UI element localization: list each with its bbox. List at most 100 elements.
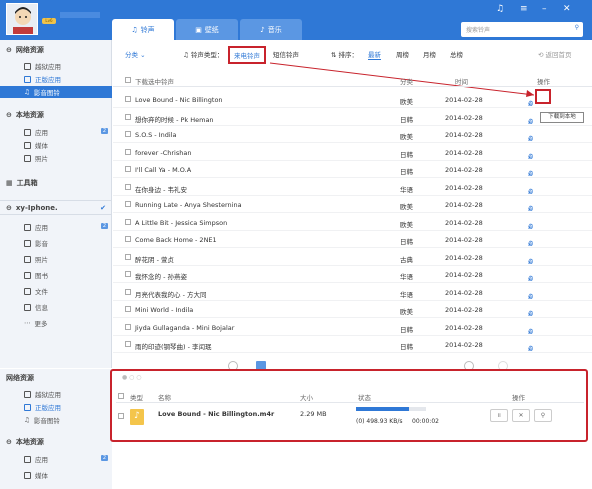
set-ringtone-icon[interactable]: ◎: [528, 258, 533, 265]
set-ringtone-icon[interactable]: ◎: [528, 275, 533, 282]
set-ringtone-icon[interactable]: ◎: [528, 345, 533, 352]
sidebar-item-device-messages[interactable]: 信息: [0, 301, 112, 313]
table-row[interactable]: A Little Bit - Jessica Simpson 欧美 2014-02-…: [113, 214, 592, 231]
sidebar-item-device-more[interactable]: ⋯ 更多: [0, 317, 112, 329]
set-ringtone-icon[interactable]: ◎: [528, 293, 533, 300]
category-dropdown[interactable]: 分类 ⌄: [125, 49, 146, 59]
sort-weekly[interactable]: 周榜: [396, 49, 409, 59]
type-incoming-call[interactable]: 来电铃声: [228, 46, 266, 64]
set-ringtone-icon[interactable]: ◎: [528, 188, 533, 195]
row-checkbox[interactable]: [125, 341, 131, 347]
type-sms[interactable]: 短信铃声: [273, 49, 299, 59]
download-row[interactable]: ♪ Love Bound - Nic Billington.m4r 2.29 M…: [116, 403, 584, 431]
app-icon: [24, 403, 31, 411]
sidebar-item-device-media[interactable]: 影音: [0, 237, 112, 249]
set-ringtone-icon[interactable]: ◎: [528, 118, 533, 125]
bottom-sidebar-item-official[interactable]: 正版应用: [0, 401, 112, 413]
tab-ringtones[interactable]: ♫ 铃声: [112, 19, 174, 40]
menu-icon[interactable]: ≡: [520, 4, 528, 14]
table-row[interactable]: 雨的印迹(钢琴曲) - 李闰珉 日韩 2014-02-28 ♫ ⤓ ◎: [113, 336, 592, 353]
row-checkbox[interactable]: [125, 288, 131, 295]
tab-music[interactable]: ♪ 音乐: [240, 19, 302, 40]
sidebar-item-local-photos[interactable]: 照片: [0, 152, 112, 164]
select-all-label[interactable]: 下载选中铃声: [135, 76, 174, 86]
sidebar-item-official-apps[interactable]: 正版应用: [0, 73, 112, 85]
row-checkbox[interactable]: [125, 166, 131, 172]
row-checkbox[interactable]: [125, 131, 131, 137]
table-row[interactable]: Running Late - Anya Shesternina 欧美 2014-02…: [113, 196, 592, 213]
row-checkbox[interactable]: [125, 323, 131, 330]
sidebar-item-media[interactable]: ♫ 影音图铃: [0, 86, 112, 98]
row-checkbox[interactable]: [125, 236, 131, 242]
set-ringtone-icon[interactable]: ◎: [528, 153, 533, 160]
set-ringtone-icon[interactable]: ◎: [528, 223, 533, 230]
cancel-button[interactable]: ✕: [512, 409, 530, 422]
set-ringtone-icon[interactable]: ◎: [528, 100, 533, 107]
pause-button[interactable]: ॥: [490, 409, 508, 422]
row-checkbox[interactable]: [125, 183, 131, 190]
col-time[interactable]: 时间: [455, 76, 468, 86]
sidebar-section-network[interactable]: ⊖ 网络资源: [0, 43, 112, 57]
music-player-icon[interactable]: ♫: [496, 4, 504, 14]
download-select-all[interactable]: [118, 393, 124, 399]
table-row[interactable]: 想你弃的时候 - Pk Heman 日韩 2014-02-28 ♫ ⤓ ◎: [113, 109, 592, 126]
table-row[interactable]: 月亮代表我的心 - 方大同 华语 2014-02-28 ♫ ⤓ ◎: [113, 284, 592, 301]
ringtone-time: 2014-02-28: [445, 96, 483, 104]
back-home-link[interactable]: ⟲ 返回首页: [538, 49, 572, 59]
table-row[interactable]: Come Back Home - 2NE1 日韩 2014-02-28 ♫ ⤓ ◎: [113, 231, 592, 248]
col-category[interactable]: 分类: [400, 76, 413, 86]
tab-wallpaper[interactable]: ▣ 壁纸: [176, 19, 238, 40]
row-checkbox[interactable]: [125, 271, 131, 277]
bottom-sidebar-section-network[interactable]: 网络资源: [0, 371, 112, 385]
row-checkbox[interactable]: [125, 201, 131, 207]
table-row[interactable]: Jiyda Gullaganda - Mini Bojalar 日韩 2014-02…: [113, 319, 592, 336]
ringtone-category: 日韩: [400, 325, 413, 334]
set-ringtone-icon[interactable]: ◎: [528, 135, 533, 142]
sidebar-item-device-photos[interactable]: 照片: [0, 253, 112, 265]
bottom-sidebar-item-media2[interactable]: 媒体: [0, 469, 112, 481]
row-checkbox[interactable]: [125, 96, 131, 102]
table-row[interactable]: Mini World - Indila 欧美 2014-02-28 ♫ ⤓ ◎: [113, 301, 592, 318]
bottom-sidebar-item-jailbreak[interactable]: 越狱应用: [0, 388, 112, 400]
sidebar-item-device-books[interactable]: 图书: [0, 269, 112, 281]
sort-newest[interactable]: 最新: [368, 49, 381, 60]
search-icon[interactable]: ⚲: [575, 24, 579, 31]
row-checkbox[interactable]: [125, 253, 131, 260]
sidebar-item-device-files[interactable]: 文件: [0, 285, 112, 297]
sidebar-item-device-apps[interactable]: 应用 2: [0, 221, 112, 233]
table-row[interactable]: I'll Call Ya - M.O.A 日韩 2014-02-28 ♫ ⤓ ◎: [113, 161, 592, 178]
bottom-sidebar-section-local[interactable]: ⊖ 本地资源: [0, 435, 112, 449]
sort-total[interactable]: 总榜: [450, 49, 463, 59]
table-row[interactable]: forever -Chrishan 日韩 2014-02-28 ♫ ⤓ ◎: [113, 144, 592, 161]
sidebar-item-local-apps[interactable]: 应用 2: [0, 126, 112, 138]
download-row-checkbox[interactable]: [118, 413, 124, 419]
sidebar-section-device[interactable]: ⊖ xy-Iphone. ✔: [0, 200, 112, 215]
close-icon[interactable]: ✕: [563, 4, 571, 14]
row-checkbox[interactable]: [125, 113, 131, 120]
bottom-sidebar-item-apps[interactable]: 应用 2: [0, 453, 112, 465]
table-row[interactable]: 在你身边 - 韦礼安 华语 2014-02-28 ♫ ⤓ ◎: [113, 179, 592, 196]
minimize-icon[interactable]: –: [542, 4, 547, 14]
search-input[interactable]: 搜索铃声 ⚲: [461, 22, 583, 37]
sidebar-item-local-media[interactable]: 媒体: [0, 139, 112, 151]
set-ringtone-icon[interactable]: ◎: [528, 240, 533, 247]
set-ringtone-icon[interactable]: ◎: [528, 205, 533, 212]
set-ringtone-icon[interactable]: ◎: [528, 310, 533, 317]
select-all-checkbox[interactable]: [125, 77, 131, 83]
bottom-sidebar-item-media[interactable]: ♫ 影音图铃: [0, 414, 112, 426]
row-checkbox[interactable]: [125, 148, 131, 155]
sidebar-item-jailbreak-apps[interactable]: 越狱应用: [0, 60, 112, 72]
row-checkbox[interactable]: [125, 306, 131, 312]
table-row[interactable]: Love Bound - Nic Billington 欧美 2014-02-28 ♫…: [113, 91, 592, 108]
avatar[interactable]: [6, 3, 38, 35]
row-checkbox[interactable]: [125, 218, 131, 225]
table-row[interactable]: 我怀念的 - 孙燕姿 华语 2014-02-28 ♫ ⤓ ◎: [113, 266, 592, 283]
sidebar-section-local[interactable]: ⊖ 本地资源: [0, 108, 112, 122]
set-ringtone-icon[interactable]: ◎: [528, 170, 533, 177]
sort-monthly[interactable]: 月榜: [423, 49, 436, 59]
set-ringtone-icon[interactable]: ◎: [528, 328, 533, 335]
table-row[interactable]: S.O.S - Indila 欧美 2014-02-28 ♫ ⤓ ◎: [113, 126, 592, 143]
table-row[interactable]: 醉花阴 - 萱贞 古典 2014-02-28 ♫ ⤓ ◎: [113, 249, 592, 266]
sidebar-section-toolbox[interactable]: ▦ 工具箱: [0, 176, 112, 190]
locate-button[interactable]: ⚲: [534, 409, 552, 422]
